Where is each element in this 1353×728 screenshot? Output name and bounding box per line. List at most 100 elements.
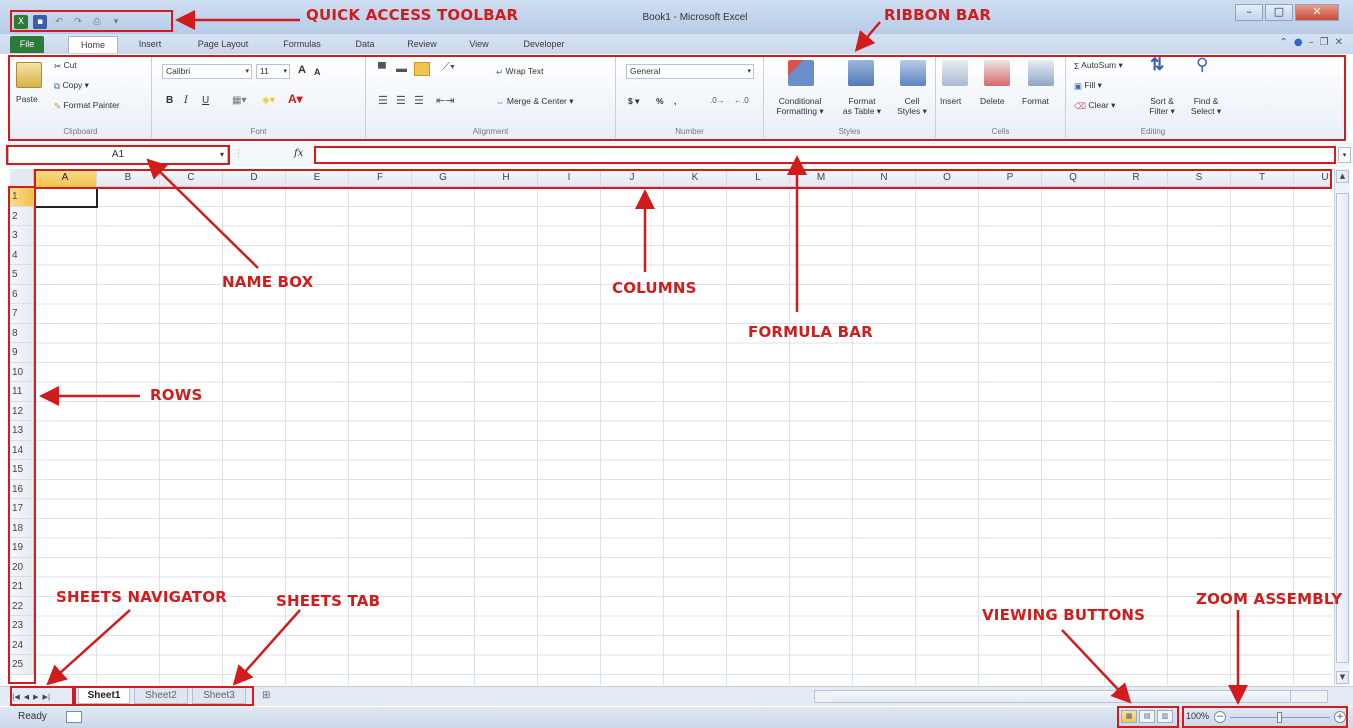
column-header-j[interactable]: J	[601, 169, 664, 187]
print-icon[interactable]: ⎙	[90, 15, 104, 29]
sheet-tab-sheet1[interactable]: Sheet1	[78, 688, 130, 704]
format-as-table-button[interactable]: Format as Table ▾	[836, 96, 888, 116]
borders-icon[interactable]: ▦▾	[232, 96, 246, 106]
align-center-icon[interactable]: ☰	[396, 96, 406, 107]
tab-home[interactable]: Home	[68, 36, 118, 53]
ribbon-collapse-icon[interactable]: ⌃	[1280, 37, 1288, 48]
row-header-24[interactable]: 24	[10, 635, 34, 655]
increase-decimal-icon[interactable]: .0→	[710, 96, 725, 106]
number-format-select[interactable]: General ▾	[626, 64, 754, 79]
name-box[interactable]: A1 ▾	[8, 146, 228, 164]
top-align-icon[interactable]: ▀	[378, 64, 386, 75]
row-header-14[interactable]: 14	[10, 440, 34, 460]
tab-page-layout[interactable]: Page Layout	[188, 36, 258, 53]
column-header-a[interactable]: A	[34, 169, 97, 187]
excel-logo-icon[interactable]: X	[14, 15, 28, 29]
column-header-t[interactable]: T	[1231, 169, 1294, 187]
insert-function-button[interactable]: fx	[294, 148, 303, 159]
shrink-font-button[interactable]: A	[314, 67, 321, 77]
decrease-decimal-icon[interactable]: ←.0	[734, 96, 749, 106]
row-header-18[interactable]: 18	[10, 518, 34, 538]
formula-cancel-icon[interactable]: ⋮	[234, 149, 243, 159]
insert-button[interactable]: Insert	[940, 96, 961, 106]
column-header-i[interactable]: I	[538, 169, 601, 187]
find-select-button[interactable]: Find & Select ▾	[1184, 96, 1228, 116]
conditional-formatting-button[interactable]: Conditional Formatting ▾	[768, 96, 832, 116]
currency-button[interactable]: $ ▾	[628, 96, 639, 106]
tab-file[interactable]: File	[10, 36, 44, 53]
column-header-l[interactable]: L	[727, 169, 790, 187]
paste-icon[interactable]	[16, 62, 42, 88]
close-button[interactable]: ✕	[1295, 4, 1339, 21]
align-left-icon[interactable]: ☰	[378, 96, 388, 107]
column-header-k[interactable]: K	[664, 169, 727, 187]
row-header-3[interactable]: 3	[10, 226, 34, 246]
sheet-tab-sheet2[interactable]: Sheet2	[134, 688, 188, 704]
fill-color-icon[interactable]: ◈▾	[262, 96, 275, 106]
tab-formulas[interactable]: Formulas	[276, 36, 328, 53]
row-header-13[interactable]: 13	[10, 421, 34, 441]
maximize-button[interactable]: □	[1265, 4, 1293, 21]
formula-bar-input[interactable]	[314, 146, 1336, 164]
column-header-h[interactable]: H	[475, 169, 538, 187]
column-header-c[interactable]: C	[160, 169, 223, 187]
autosum-button[interactable]: Σ AutoSum ▾	[1074, 60, 1123, 71]
row-header-17[interactable]: 17	[10, 499, 34, 519]
zoom-slider-thumb[interactable]	[1277, 712, 1282, 723]
align-right-icon[interactable]: ☰	[414, 96, 424, 107]
cell-styles-button[interactable]: Cell Styles ▾	[890, 96, 934, 116]
row-header-19[interactable]: 19	[10, 538, 34, 558]
cut-button[interactable]: ✂ Cut	[54, 60, 77, 71]
row-header-11[interactable]: 11	[10, 382, 34, 402]
paste-button[interactable]: Paste	[16, 94, 38, 104]
font-size-select[interactable]: 11 ▾	[256, 64, 290, 79]
zoom-level[interactable]: 100%	[1186, 711, 1209, 721]
sort-filter-button[interactable]: Sort & Filter ▾	[1142, 96, 1182, 116]
orientation-icon[interactable]: ⟋▾	[442, 62, 455, 73]
zoom-in-icon[interactable]: +	[1334, 711, 1346, 723]
redo-icon[interactable]: ↷	[71, 15, 85, 29]
row-header-23[interactable]: 23	[10, 616, 34, 636]
column-header-f[interactable]: F	[349, 169, 412, 187]
row-header-4[interactable]: 4	[10, 245, 34, 265]
column-header-u[interactable]: U	[1294, 169, 1332, 187]
formula-expand-icon[interactable]: ▾	[1338, 147, 1351, 163]
column-header-p[interactable]: P	[979, 169, 1042, 187]
column-header-r[interactable]: R	[1105, 169, 1168, 187]
row-header-21[interactable]: 21	[10, 577, 34, 597]
page-break-view-icon[interactable]: ▥	[1157, 710, 1173, 723]
column-header-g[interactable]: G	[412, 169, 475, 187]
scroll-down-icon[interactable]: ▼	[1336, 671, 1349, 684]
next-sheet-icon[interactable]: ▶	[33, 693, 38, 701]
row-header-7[interactable]: 7	[10, 304, 34, 324]
row-header-25[interactable]: 25	[10, 655, 34, 675]
column-header-d[interactable]: D	[223, 169, 286, 187]
column-header-m[interactable]: M	[790, 169, 853, 187]
undo-icon[interactable]: ↶	[52, 15, 66, 29]
column-header-s[interactable]: S	[1168, 169, 1231, 187]
column-header-o[interactable]: O	[916, 169, 979, 187]
row-header-16[interactable]: 16	[10, 479, 34, 499]
horizontal-scroll-thumb[interactable]	[831, 691, 1291, 702]
grow-font-button[interactable]: A	[298, 65, 306, 76]
tab-review[interactable]: Review	[400, 36, 444, 53]
prev-sheet-icon[interactable]: ◀	[24, 693, 29, 701]
sheet-tab-sheet3[interactable]: Sheet3	[192, 688, 246, 704]
page-layout-view-icon[interactable]: ▤	[1139, 710, 1155, 723]
bottom-align-icon[interactable]	[414, 62, 430, 76]
comma-button[interactable]: ,	[674, 96, 676, 106]
last-sheet-icon[interactable]: ▶|	[43, 693, 51, 701]
help-icon[interactable]: ●	[1294, 37, 1303, 48]
copy-button[interactable]: ⧉ Copy ▾	[54, 80, 89, 91]
minimize-button[interactable]: –	[1235, 4, 1263, 21]
row-header-2[interactable]: 2	[10, 206, 34, 226]
row-header-5[interactable]: 5	[10, 265, 34, 285]
bold-button[interactable]: B	[166, 96, 173, 106]
save-icon[interactable]: ▪	[33, 15, 47, 29]
row-header-6[interactable]: 6	[10, 284, 34, 304]
delete-button[interactable]: Delete	[980, 96, 1005, 106]
active-cell[interactable]	[34, 187, 98, 208]
row-header-15[interactable]: 15	[10, 460, 34, 480]
column-header-q[interactable]: Q	[1042, 169, 1105, 187]
format-button[interactable]: Format	[1022, 96, 1049, 106]
